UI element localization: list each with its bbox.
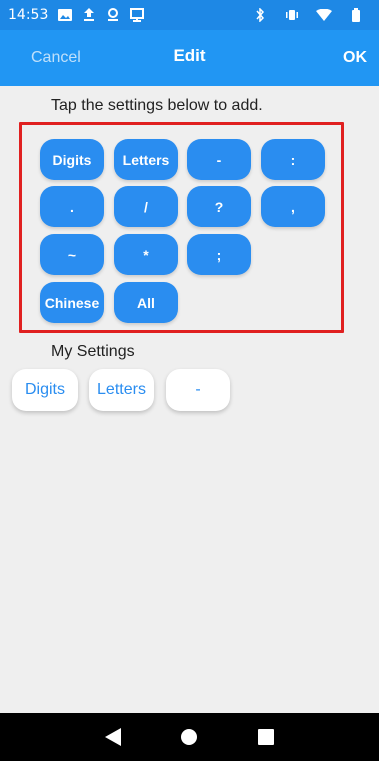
bluetooth-icon <box>251 7 269 23</box>
page-title: Edit <box>173 46 206 65</box>
setting-chip-asterisk[interactable]: * <box>114 234 178 275</box>
setting-chip-period[interactable]: . <box>40 186 104 227</box>
back-icon[interactable] <box>101 725 125 749</box>
ok-button[interactable]: OK <box>343 49 367 67</box>
app-bar: Cancel Edit OK <box>0 30 379 86</box>
wifi-icon <box>315 7 333 23</box>
location-icon <box>104 7 122 23</box>
my-setting-chip-digits[interactable]: Digits <box>12 369 78 411</box>
upload-icon <box>80 7 98 23</box>
status-bar: 14:53 <box>0 0 379 30</box>
setting-chip-comma[interactable]: , <box>261 186 325 227</box>
setting-chip-tilde[interactable]: ~ <box>40 234 104 275</box>
recents-icon[interactable] <box>254 725 278 749</box>
setting-chip-chinese[interactable]: Chinese <box>40 282 104 323</box>
screencast-icon <box>128 7 146 23</box>
status-time: 14:53 <box>8 7 49 23</box>
setting-chip-dash[interactable]: - <box>187 139 251 180</box>
my-setting-chip-dash[interactable]: - <box>166 369 230 411</box>
setting-chip-letters[interactable]: Letters <box>114 139 178 180</box>
setting-chip-all[interactable]: All <box>114 282 178 323</box>
image-icon <box>56 7 74 23</box>
battery-icon <box>347 7 365 23</box>
setting-chip-colon[interactable]: : <box>261 139 325 180</box>
navigation-bar <box>0 713 379 761</box>
my-setting-chip-letters[interactable]: Letters <box>89 369 154 411</box>
vibrate-icon <box>283 7 301 23</box>
setting-chip-digits[interactable]: Digits <box>40 139 104 180</box>
instruction-text: Tap the settings below to add. <box>51 97 263 114</box>
setting-chip-slash[interactable]: / <box>114 186 178 227</box>
my-settings-heading: My Settings <box>51 343 135 360</box>
setting-chip-semicolon[interactable]: ; <box>187 234 251 275</box>
home-icon[interactable] <box>177 725 201 749</box>
setting-chip-question[interactable]: ? <box>187 186 251 227</box>
